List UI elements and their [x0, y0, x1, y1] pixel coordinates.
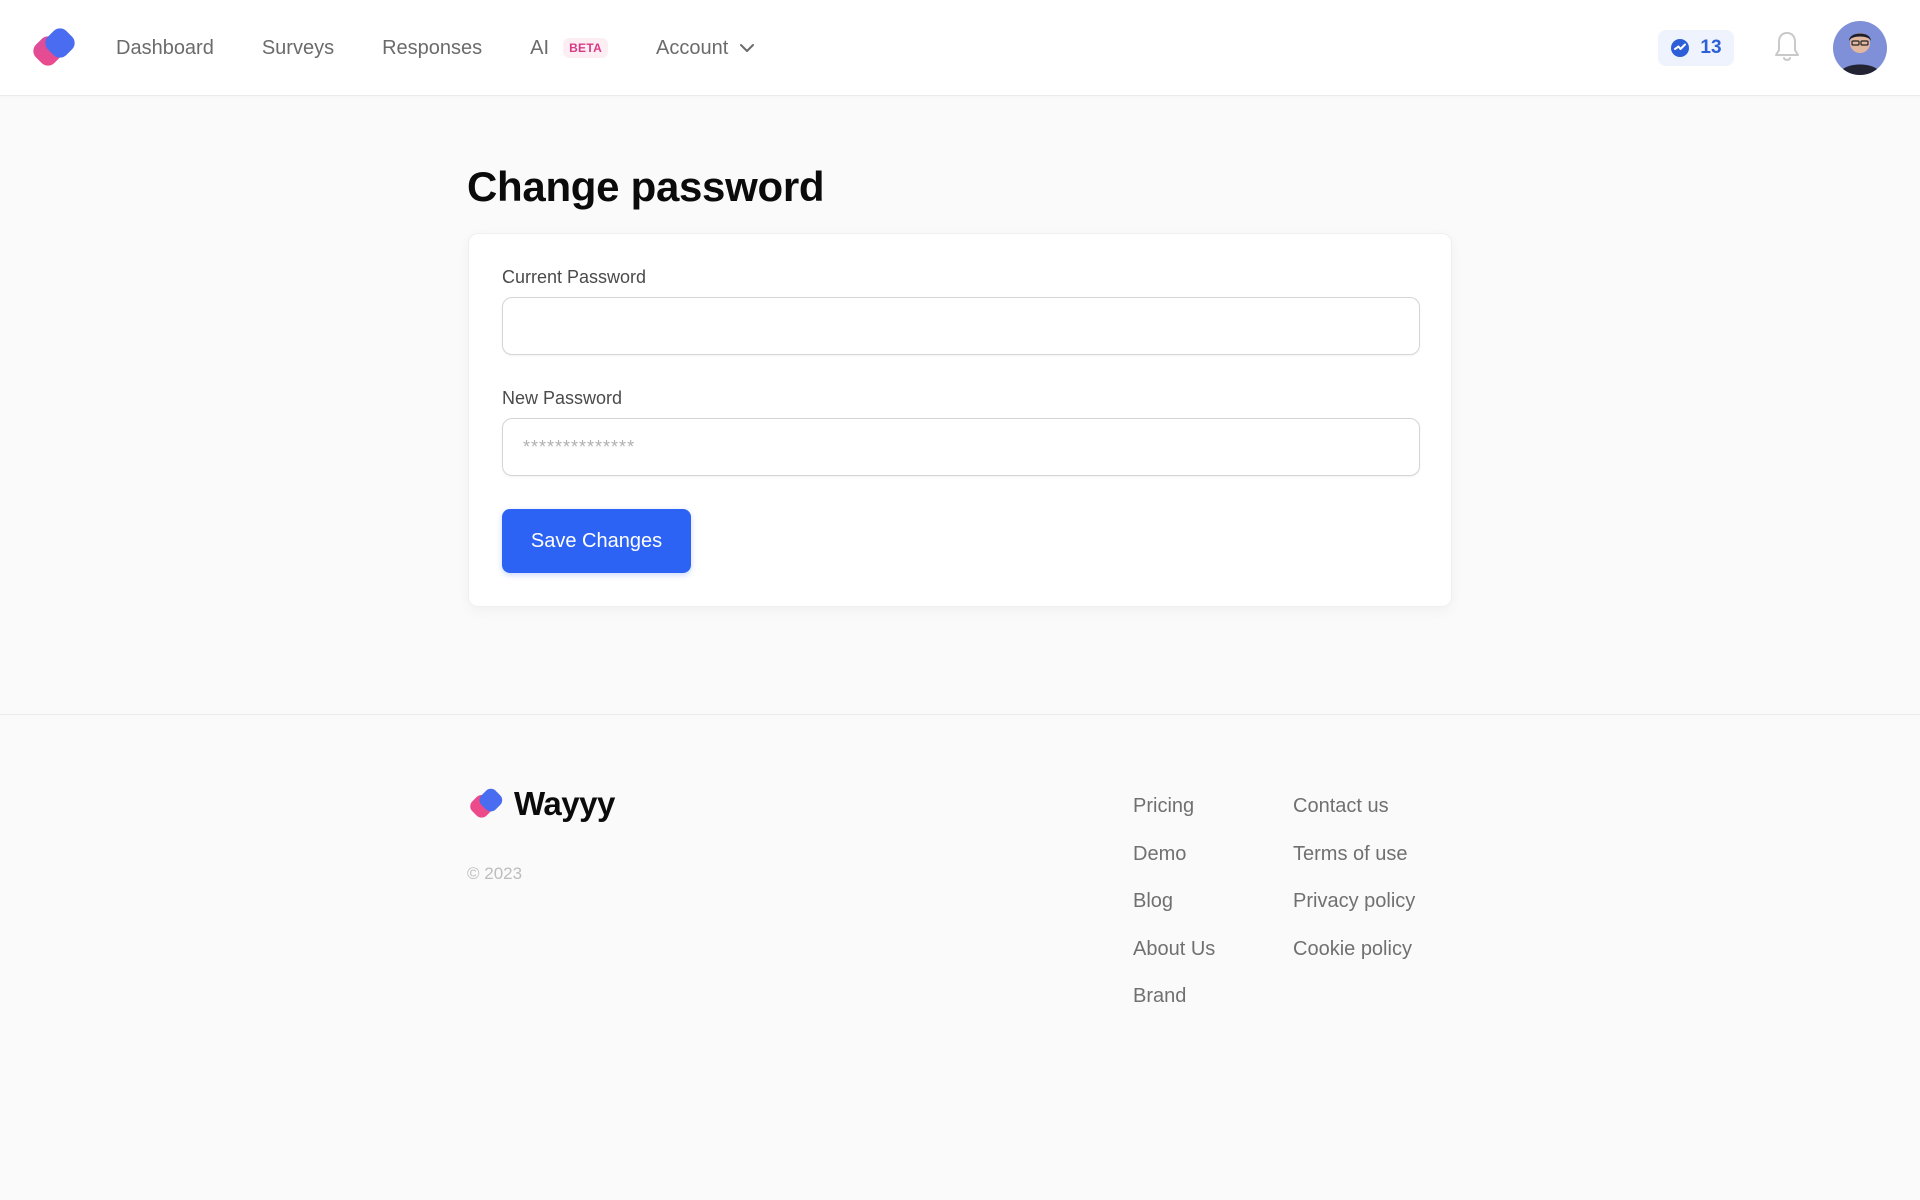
top-navbar: Dashboard Surveys Responses AI BETA Acco… — [0, 0, 1920, 96]
lightning-badge-icon — [1671, 39, 1690, 57]
footer-column-1: Pricing Demo Blog About Us Brand — [1133, 795, 1215, 1033]
footer-brand-name: Wayyy — [514, 785, 615, 822]
footer-link-about-us[interactable]: About Us — [1133, 938, 1215, 986]
nav-surveys[interactable]: Surveys — [262, 37, 334, 60]
user-avatar-icon — [1833, 21, 1887, 75]
nav-account[interactable]: Account — [656, 37, 756, 60]
footer-link-cookie-policy[interactable]: Cookie policy — [1293, 938, 1415, 986]
nav-dashboard-label: Dashboard — [116, 36, 214, 59]
nav-account-label: Account — [656, 36, 729, 59]
nav-surveys-label: Surveys — [261, 36, 335, 59]
current-password-field[interactable] — [502, 297, 1420, 355]
footer-link-contact-us[interactable]: Contact us — [1293, 795, 1415, 843]
beta-badge: BETA — [563, 38, 609, 58]
footer-link-terms-of-use[interactable]: Terms of use — [1293, 843, 1415, 891]
nav-responses-label: Responses — [382, 36, 483, 59]
current-password-label: Current Password — [502, 267, 647, 287]
footer-column-2: Contact us Terms of use Privacy policy C… — [1293, 795, 1415, 985]
credits-count: 13 — [1700, 37, 1722, 58]
change-password-card: Current Password New Password Save Chang… — [468, 233, 1452, 607]
nav-ai[interactable]: AI BETA — [530, 36, 609, 60]
bell-icon[interactable] — [1773, 30, 1801, 64]
credits-button[interactable]: 13 — [1658, 30, 1734, 66]
footer-link-demo[interactable]: Demo — [1133, 843, 1215, 891]
avatar[interactable] — [1833, 21, 1887, 75]
logo-icon[interactable] — [33, 26, 77, 70]
chevron-down-icon — [740, 44, 755, 52]
save-changes-button[interactable]: Save Changes — [502, 509, 691, 573]
new-password-label: New Password — [502, 388, 623, 408]
nav-responses[interactable]: Responses — [382, 37, 482, 60]
page-title: Change password — [467, 163, 825, 210]
footer-link-brand[interactable]: Brand — [1133, 985, 1215, 1033]
footer-logo[interactable]: Wayyy — [470, 785, 615, 823]
logo-icon — [470, 788, 503, 818]
nav-dashboard[interactable]: Dashboard — [116, 37, 214, 60]
copyright: © 2023 — [467, 864, 523, 883]
nav-ai-label: AI — [530, 36, 550, 59]
footer-link-privacy-policy[interactable]: Privacy policy — [1293, 890, 1415, 938]
footer: Wayyy © 2023 Pricing Demo Blog About Us … — [0, 714, 1920, 1200]
new-password-field[interactable] — [502, 418, 1420, 476]
footer-link-pricing[interactable]: Pricing — [1133, 795, 1215, 843]
main-nav: Dashboard Surveys Responses AI BETA Acco… — [116, 0, 804, 96]
footer-link-blog[interactable]: Blog — [1133, 890, 1215, 938]
